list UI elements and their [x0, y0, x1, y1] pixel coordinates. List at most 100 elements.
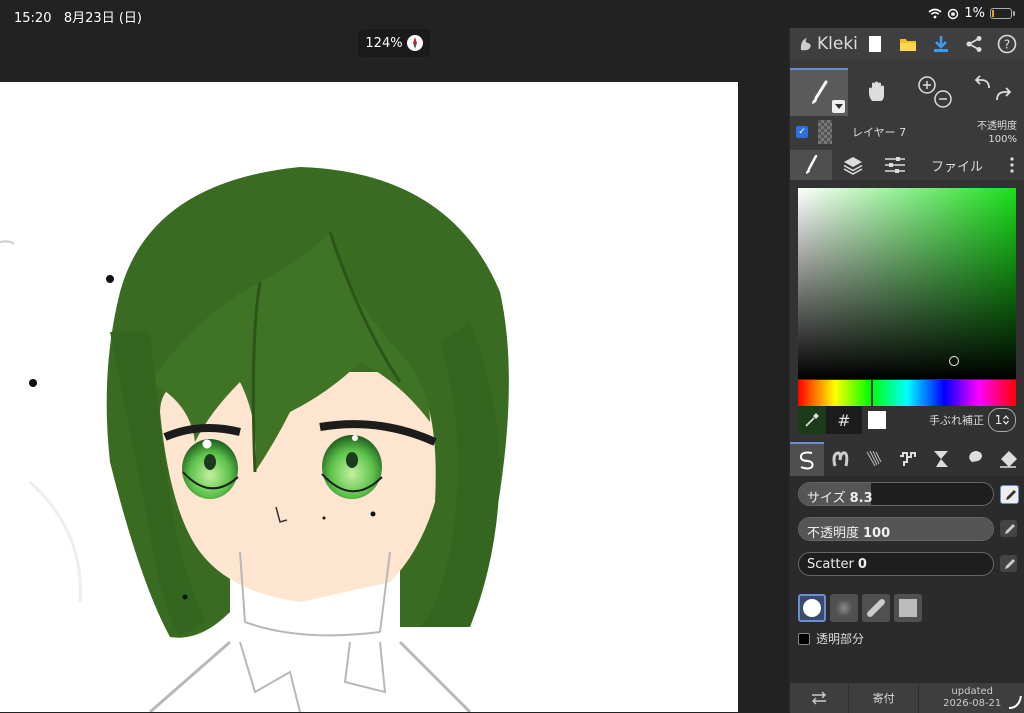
new-image-button[interactable]: [858, 28, 891, 60]
blend-brush-icon: [832, 451, 849, 467]
size-pressure-toggle[interactable]: [1000, 485, 1019, 504]
brush-shape-options: [798, 594, 922, 622]
stabilizer-select[interactable]: 1: [988, 408, 1016, 432]
opacity-pressure-toggle[interactable]: [1000, 520, 1017, 537]
brush-icon: [806, 155, 818, 174]
soft-circle-icon: [835, 599, 853, 617]
pen-brush-icon: [799, 451, 814, 470]
pen-pressure-icon: [1004, 523, 1015, 534]
hand-icon: [869, 81, 884, 101]
scatter-label: Scatter: [807, 557, 854, 572]
stabilizer-value: 1: [994, 413, 1003, 427]
active-layer-row[interactable]: ✓ レイヤー 7 不透明度 100%: [790, 116, 1024, 148]
sliders-icon: [885, 157, 905, 173]
brush-tab-blend[interactable]: [824, 442, 858, 476]
round-shape-button[interactable]: [798, 594, 826, 622]
brush-tab-sketchy[interactable]: [857, 442, 891, 476]
more-menu-button[interactable]: [998, 150, 1024, 180]
brush-options: サイズ 8.3 不透明度 100 Scatter 0 透明部分: [790, 476, 1024, 712]
opacity-label: 不透明度: [807, 526, 860, 541]
brush-tool-button[interactable]: [790, 68, 848, 116]
pen-pressure-icon: [1005, 489, 1016, 500]
panel-tabs: ファイル: [790, 150, 1024, 180]
hand-tool-button[interactable]: [848, 68, 906, 116]
lock-alpha-checkbox[interactable]: [798, 632, 810, 645]
status-time: 15:20: [14, 11, 52, 26]
tab-adjust[interactable]: [874, 150, 916, 180]
scatter-value: 0: [857, 557, 867, 572]
lock-alpha-row[interactable]: 透明部分: [798, 630, 864, 647]
swap-side-button[interactable]: [790, 683, 848, 713]
zoom-indicator[interactable]: 124%: [358, 29, 430, 57]
help-button[interactable]: ?: [990, 28, 1023, 60]
orientation-lock-icon: [948, 8, 959, 19]
saturation-value-picker[interactable]: [798, 188, 1016, 379]
chevron-down-icon[interactable]: [832, 100, 845, 113]
changelog-button[interactable]: updated 2026-08-21: [918, 683, 1024, 713]
zoom-in-out-icon: [918, 76, 952, 108]
brush-tab-chemy[interactable]: [924, 442, 958, 476]
kleki-logo-icon: [800, 38, 811, 51]
brush-tab-pixel[interactable]: [891, 442, 925, 476]
hue-slider[interactable]: [798, 380, 1016, 406]
pen-pressure-icon: [1004, 558, 1015, 569]
undo-redo-icon: [974, 75, 1012, 101]
corner-curve-icon: [1008, 695, 1022, 709]
undo-redo-buttons[interactable]: [964, 68, 1022, 116]
hue-slider-handle[interactable]: [871, 380, 873, 406]
brush-settings-body: # 手ぶれ補正 1 サイズ 8.3 不透明度 100 Scatter 0 透明部…: [790, 180, 1024, 712]
circle-shape-icon: [803, 599, 821, 617]
battery-percent: 1%: [964, 6, 985, 21]
drawing-canvas[interactable]: [0, 82, 738, 712]
hex-input-button[interactable]: #: [826, 406, 862, 434]
artwork: [0, 167, 509, 712]
app-logo-text: Kleki: [817, 34, 858, 54]
updated-date: 2026-08-21: [943, 698, 1002, 709]
tool-row: [790, 68, 1024, 116]
battery-icon: [990, 8, 1015, 19]
swap-arrows-icon: [811, 691, 826, 705]
brush-tab-pen[interactable]: [790, 442, 824, 476]
size-slider[interactable]: サイズ 8.3: [798, 482, 994, 506]
status-date: 8月23日 (日): [63, 11, 142, 26]
zoom-level: 124%: [365, 35, 403, 51]
chemy-brush-icon: [934, 451, 949, 467]
color-row: # 手ぶれ補正 1: [798, 406, 1016, 434]
opacity-slider[interactable]: 不透明度 100: [798, 517, 994, 541]
sketchy-brush-icon: [866, 450, 882, 467]
tab-file[interactable]: ファイル: [916, 150, 998, 180]
chevron-updown-icon: [1003, 415, 1010, 425]
size-value: 8.3: [849, 491, 873, 506]
size-label: サイズ: [807, 491, 846, 506]
eyedropper-button[interactable]: [798, 406, 826, 434]
top-toolbar: Kleki ?: [790, 28, 1024, 60]
save-button[interactable]: [924, 28, 957, 60]
color-picker-cursor[interactable]: [949, 356, 959, 366]
status-bar: 15:20 8月23日 (日) 1%: [0, 0, 1024, 28]
download-icon: [933, 36, 948, 52]
scatter-pressure-toggle[interactable]: [1000, 555, 1017, 572]
donate-button[interactable]: 寄付: [847, 683, 919, 713]
scatter-slider[interactable]: Scatter 0: [798, 552, 994, 576]
chisel-shape-button[interactable]: [862, 594, 890, 622]
folder-icon: [899, 39, 916, 51]
updated-label: updated: [951, 686, 994, 697]
smudge-brush-icon: [968, 451, 982, 468]
open-button[interactable]: [891, 28, 924, 60]
layer-visibility-checkbox[interactable]: ✓: [796, 126, 808, 138]
share-button[interactable]: [957, 28, 990, 60]
app-logo[interactable]: Kleki: [798, 34, 858, 54]
secondary-color-swatch[interactable]: [868, 411, 886, 429]
soft-shape-button[interactable]: [830, 594, 858, 622]
brush-tab-eraser[interactable]: [991, 442, 1024, 476]
tab-layers[interactable]: [832, 150, 874, 180]
brush-type-tabs: [790, 442, 1024, 476]
layer-thumbnail: [818, 120, 832, 144]
tab-brush[interactable]: [790, 150, 832, 180]
zoom-buttons[interactable]: [906, 68, 964, 116]
compass-icon[interactable]: [406, 35, 423, 51]
brush-tab-smudge[interactable]: [958, 442, 992, 476]
square-shape-button[interactable]: [894, 594, 922, 622]
lock-alpha-label: 透明部分: [816, 632, 865, 646]
help-icon: ?: [997, 34, 1016, 54]
